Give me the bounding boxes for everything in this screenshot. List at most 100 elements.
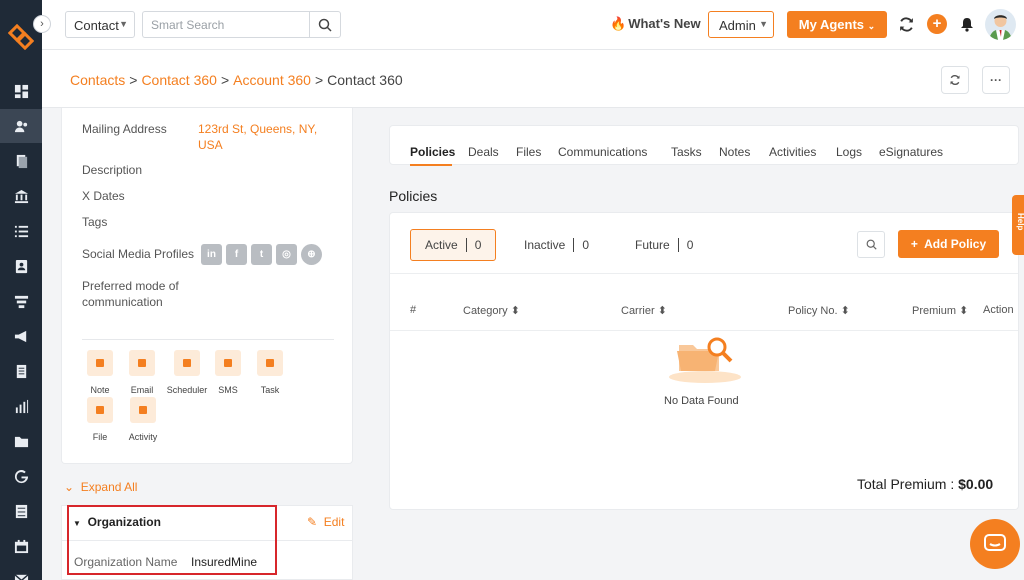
preferred-communication-line2: communication	[82, 295, 163, 309]
filter-active-count: 0	[474, 238, 482, 252]
twitter-icon[interactable]: t	[251, 244, 272, 265]
breadcrumb-account-360[interactable]: Account 360	[233, 72, 311, 88]
chevron-down-icon: ⌄	[64, 480, 75, 494]
tab-policies[interactable]: Policies	[410, 145, 455, 159]
policy-search-button[interactable]	[857, 231, 885, 258]
tab-deals[interactable]: Deals	[468, 145, 499, 159]
megaphone-icon[interactable]	[0, 319, 42, 353]
search-button[interactable]	[309, 11, 341, 38]
sms-action[interactable]: SMS	[206, 350, 250, 395]
chat-button[interactable]	[970, 519, 1020, 569]
tab-communications[interactable]: Communications	[558, 145, 647, 159]
my-agents-button[interactable]: My Agents ⌄	[787, 11, 887, 38]
empty-state-text: No Data Found	[664, 395, 739, 407]
filter-active[interactable]: Active 0	[410, 229, 497, 261]
column-header-category[interactable]: Category ⬍	[463, 304, 520, 317]
filter-inactive[interactable]: Inactive 0	[510, 229, 603, 261]
breadcrumb: Contacts > Contact 360 > Account 360 > Contact…	[70, 72, 403, 88]
chevron-down-icon: ▼	[759, 19, 768, 29]
total-premium: Total Premium : $0.00	[857, 476, 993, 492]
smart-search-input[interactable]: Smart Search	[142, 11, 309, 38]
tab-esignatures[interactable]: eSignatures	[879, 145, 943, 159]
add-icon[interactable]: +	[927, 14, 947, 34]
context-select[interactable]: Contact ▼	[65, 11, 135, 38]
google-icon[interactable]	[0, 459, 42, 493]
pencil-icon: ✎	[307, 515, 318, 529]
breadcrumb-contacts[interactable]: Contacts	[70, 72, 125, 88]
breadcrumb-contact-360[interactable]: Contact 360	[141, 72, 217, 88]
folder-icon[interactable]	[0, 424, 42, 458]
scheduler-action[interactable]: Scheduler	[165, 350, 209, 395]
filter-future-label: Future	[635, 238, 670, 252]
tab-activities[interactable]: Activities	[769, 145, 816, 159]
instagram-icon[interactable]: ◎	[276, 244, 297, 265]
linkedin-icon[interactable]: in	[201, 244, 222, 265]
app-logo[interactable]	[8, 24, 34, 50]
table-icon[interactable]	[0, 494, 42, 528]
mailing-address-line1: 123rd St, Queens, NY,	[198, 122, 318, 136]
preferred-communication-line1: Preferred mode of	[82, 279, 179, 293]
more-options-button[interactable]: ···	[982, 66, 1010, 94]
column-header-policy-no[interactable]: Policy No. ⬍	[788, 304, 850, 317]
file-action-label: File	[92, 432, 108, 442]
list-icon[interactable]	[0, 214, 42, 248]
tab-logs[interactable]: Logs	[836, 145, 862, 159]
refresh-button[interactable]	[941, 66, 969, 94]
contact-card-icon[interactable]	[0, 249, 42, 283]
email-action[interactable]: Email	[120, 350, 164, 395]
description-label: Description	[82, 163, 143, 177]
activity-action[interactable]: Activity	[121, 397, 165, 442]
avatar[interactable]	[985, 9, 1016, 40]
report-icon[interactable]	[0, 354, 42, 388]
ellipsis-icon: ···	[990, 73, 1002, 87]
whats-new-link[interactable]: 🔥 What's New	[610, 16, 701, 32]
fire-icon: 🔥	[610, 16, 627, 31]
file-action[interactable]: File	[78, 397, 122, 442]
column-header-carrier[interactable]: Carrier ⬍	[621, 304, 667, 317]
context-select-value: Contact	[74, 18, 119, 33]
file-icon	[87, 397, 113, 423]
analytics-icon[interactable]	[0, 389, 42, 423]
scheduler-action-label: Scheduler	[166, 385, 208, 395]
tab-tasks[interactable]: Tasks	[671, 145, 702, 159]
admin-select-value: Admin	[719, 18, 756, 33]
breadcrumb-separator: >	[129, 72, 138, 88]
task-action-label: Task	[260, 385, 280, 395]
total-premium-label: Total Premium :	[857, 476, 955, 492]
funnel-icon[interactable]	[0, 284, 42, 318]
filter-inactive-label: Inactive	[524, 238, 566, 252]
chevron-down-icon: ▼	[119, 19, 128, 29]
contact-details-panel: Mailing Address 123rd St, Queens, NY, US…	[61, 108, 353, 464]
column-header-premium[interactable]: Premium ⬍	[912, 304, 968, 317]
tab-notes[interactable]: Notes	[719, 145, 750, 159]
bank-icon[interactable]	[0, 179, 42, 213]
organization-edit-button[interactable]: ✎ Edit	[307, 515, 344, 529]
calendar-icon[interactable]	[0, 529, 42, 563]
activity-icon	[130, 397, 156, 423]
help-tab[interactable]: Help	[1012, 195, 1024, 255]
social-media-label: Social Media Profiles	[82, 247, 195, 261]
globe-icon[interactable]: ⊕	[301, 244, 322, 265]
mailing-address-label: Mailing Address	[82, 122, 167, 136]
separator	[573, 238, 575, 252]
dashboard-icon[interactable]	[0, 74, 42, 108]
task-action[interactable]: Task	[248, 350, 292, 395]
tab-files[interactable]: Files	[516, 145, 541, 159]
filter-future[interactable]: Future 0	[621, 229, 707, 261]
column-header-action: Action	[983, 304, 1014, 316]
expand-all-toggle[interactable]: ⌄ Expand All	[64, 480, 137, 494]
policy-no-label: Policy No.	[788, 305, 838, 317]
documents-icon[interactable]	[0, 144, 42, 178]
add-policy-button[interactable]: + Add Policy	[898, 230, 999, 258]
facebook-icon[interactable]: f	[226, 244, 247, 265]
mail-icon[interactable]	[0, 562, 42, 580]
contacts-icon[interactable]	[0, 109, 42, 143]
bell-icon[interactable]	[960, 17, 974, 32]
note-action-label: Note	[90, 385, 110, 395]
sidebar-toggle-button[interactable]: ›	[33, 15, 51, 33]
note-action[interactable]: Note	[78, 350, 122, 395]
empty-folder-icon	[669, 337, 741, 383]
refresh-icon[interactable]	[898, 16, 915, 33]
admin-select[interactable]: Admin ▼	[708, 11, 774, 38]
sort-icon: ⬍	[657, 305, 667, 317]
